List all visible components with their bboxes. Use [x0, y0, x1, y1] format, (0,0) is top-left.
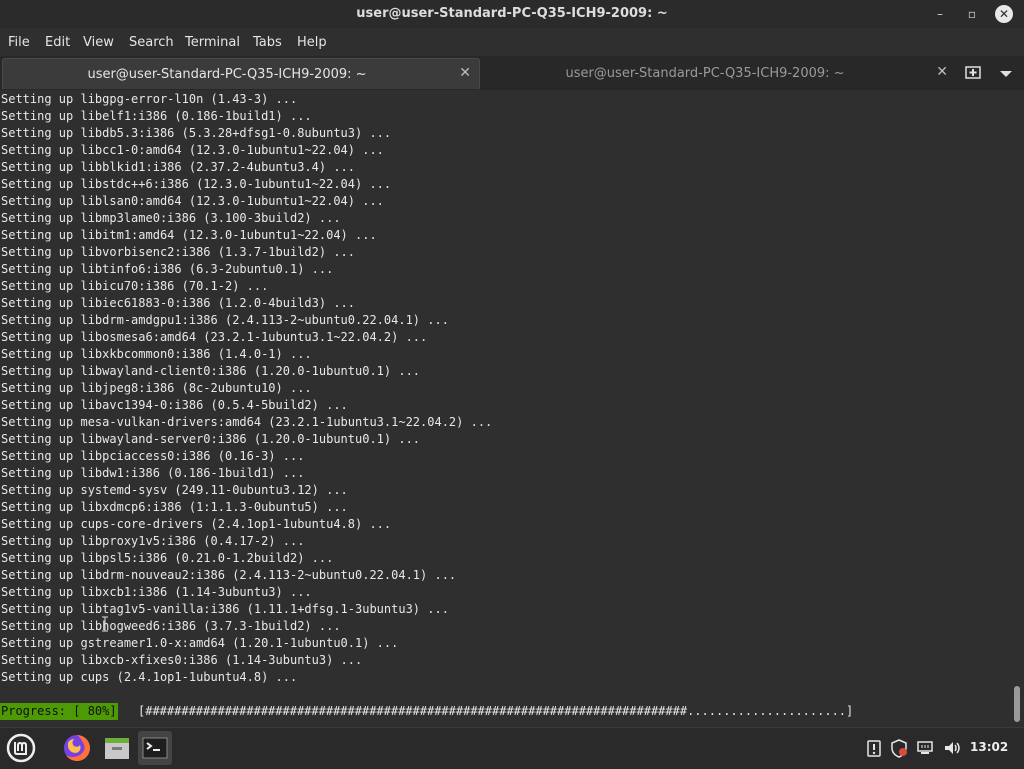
minimize-icon: – [937, 7, 943, 21]
terminal-line: Setting up libxcb1:i386 (1.14-3ubuntu3) … [1, 585, 312, 599]
terminal-line: Setting up libtinfo6:i386 (6.3-2ubuntu0.… [1, 262, 334, 276]
terminal-line: Setting up gstreamer1.0-x:amd64 (1.20.1-… [1, 636, 399, 650]
terminal-line: Setting up cups-core-drivers (2.4.1op1-1… [1, 517, 392, 531]
firefox-launcher[interactable] [60, 731, 94, 765]
terminal-line: Setting up libpciaccess0:i386 (0.16-3) .… [1, 449, 305, 463]
progress-label: Progress: [ 80%] [0, 703, 118, 720]
terminal-line: Setting up mesa-vulkan-drivers:amd64 (23… [1, 415, 493, 429]
tab-terminal-2[interactable]: user@user-Standard-PC-Q35-ICH9-2009: ~ ✕ [482, 58, 956, 88]
terminal-line: Setting up libstdc++6:i386 (12.3.0-1ubun… [1, 177, 392, 191]
menu-file[interactable]: File [8, 35, 30, 50]
taskbar: 13:02 [0, 727, 1024, 769]
tab-label: user@user-Standard-PC-Q35-ICH9-2009: ~ [565, 66, 845, 81]
terminal-line: Setting up libmp3lame0:i386 (3.100-3buil… [1, 211, 341, 225]
terminal-line: Setting up libicu70:i386 (70.1-2) ... [1, 279, 269, 293]
clock[interactable]: 13:02 [970, 740, 1008, 754]
update-manager-icon[interactable] [864, 738, 884, 758]
scrollbar-thumb[interactable] [1014, 686, 1020, 722]
close-button[interactable]: ✕ [992, 4, 1016, 24]
mint-menu-button[interactable] [4, 731, 38, 765]
terminal-line: Setting up libgpg-error-l10n (1.43-3) ..… [1, 92, 298, 106]
firefox-icon [64, 735, 90, 761]
new-tab-button[interactable] [964, 64, 984, 82]
terminal-line: Setting up libblkid1:i386 (2.37.2-4ubunt… [1, 160, 356, 174]
window-title: user@user-Standard-PC-Q35-ICH9-2009: ~ [356, 6, 668, 21]
files-launcher[interactable] [100, 731, 134, 765]
terminal-line: Setting up libwayland-client0:i386 (1.20… [1, 364, 421, 378]
terminal-line: Setting up libavc1394-0:i386 (0.5.4-5bui… [1, 398, 348, 412]
chevron-down-icon [1000, 71, 1012, 77]
terminal-launcher[interactable] [138, 731, 172, 765]
menu-view[interactable]: View [83, 35, 114, 50]
terminal-line: Setting up libhogweed6:i386 (3.7.3-1buil… [1, 619, 341, 633]
terminal-output[interactable]: Setting up libgpg-error-l10n (1.43-3) ..… [0, 90, 1024, 727]
maximize-icon: ▫ [967, 7, 977, 21]
menu-terminal[interactable]: Terminal [185, 35, 240, 50]
menu-search[interactable]: Search [129, 35, 174, 50]
terminal-line: Setting up libdrm-nouveau2:i386 (2.4.113… [1, 568, 457, 582]
network-icon[interactable] [915, 738, 935, 758]
terminal-line: Setting up libtag1v5-vanilla:i386 (1.11.… [1, 602, 449, 616]
shield-icon[interactable] [889, 738, 909, 758]
window-titlebar[interactable]: user@user-Standard-PC-Q35-ICH9-2009: ~ –… [0, 0, 1024, 28]
text-cursor-icon [102, 616, 108, 632]
tabs-menu-button[interactable] [998, 66, 1014, 80]
terminal-line: Setting up libdw1:i386 (0.186-1build1) .… [1, 466, 305, 480]
menu-bar: File Edit View Search Terminal Tabs Help [0, 28, 1024, 56]
terminal-line: Setting up libvorbisenc2:i386 (1.3.7-1bu… [1, 245, 356, 259]
volume-icon[interactable] [942, 738, 962, 758]
menu-tabs[interactable]: Tabs [253, 35, 282, 50]
terminal-icon [142, 737, 168, 759]
tab-label: user@user-Standard-PC-Q35-ICH9-2009: ~ [87, 67, 367, 82]
progress-bar: [#######################################… [138, 704, 854, 718]
tab-close-icon[interactable]: ✕ [936, 64, 948, 80]
menu-help[interactable]: Help [297, 35, 327, 50]
tab-bar: user@user-Standard-PC-Q35-ICH9-2009: ~ ✕… [0, 56, 1024, 90]
terminal-line: Setting up libosmesa6:amd64 (23.2.1-1ubu… [1, 330, 428, 344]
terminal-line: Setting up libdrm-amdgpu1:i386 (2.4.113-… [1, 313, 449, 327]
terminal-line: Setting up libdb5.3:i386 (5.3.28+dfsg1-0… [1, 126, 392, 140]
terminal-line: Setting up libitm1:amd64 (12.3.0-1ubuntu… [1, 228, 377, 242]
terminal-line: Setting up systemd-sysv (249.11-0ubuntu3… [1, 483, 348, 497]
terminal-line: Setting up libcc1-0:amd64 (12.3.0-1ubunt… [1, 143, 384, 157]
terminal-line: Setting up libpsl5:i386 (0.21.0-1.2build… [1, 551, 334, 565]
terminal-line: Setting up libxkbcommon0:i386 (1.4.0-1) … [1, 347, 312, 361]
minimize-button[interactable]: – [928, 4, 952, 24]
terminal-line: Setting up libwayland-server0:i386 (1.20… [1, 432, 421, 446]
maximize-button[interactable]: ▫ [960, 4, 984, 24]
terminal-line: Setting up libproxy1v5:i386 (0.4.17-2) .… [1, 534, 305, 548]
new-tab-icon [965, 66, 981, 79]
terminal-line: Setting up libjpeg8:i386 (8c-2ubuntu10) … [1, 381, 312, 395]
close-icon: ✕ [995, 5, 1013, 23]
terminal-line: Setting up liblsan0:amd64 (12.3.0-1ubunt… [1, 194, 384, 208]
terminal-line: Setting up libiec61883-0:i386 (1.2.0-4bu… [1, 296, 356, 310]
terminal-lines: Setting up libgpg-error-l10n (1.43-3) ..… [1, 91, 492, 686]
mint-menu-icon [6, 733, 36, 763]
tab-close-icon[interactable]: ✕ [459, 65, 471, 81]
terminal-line: Setting up libelf1:i386 (0.186-1build1) … [1, 109, 312, 123]
files-icon [105, 738, 129, 759]
terminal-line: Setting up cups (2.4.1op1-1ubuntu4.8) ..… [1, 670, 298, 684]
progress-row: Progress: [ 80%] [######################… [0, 703, 1000, 720]
terminal-line: Setting up libxcb-xfixes0:i386 (1.14-3ub… [1, 653, 363, 667]
menu-edit[interactable]: Edit [45, 35, 70, 50]
terminal-line: Setting up libxdmcp6:i386 (1:1.1.3-0ubun… [1, 500, 348, 514]
tab-terminal-1[interactable]: user@user-Standard-PC-Q35-ICH9-2009: ~ ✕ [2, 58, 480, 89]
